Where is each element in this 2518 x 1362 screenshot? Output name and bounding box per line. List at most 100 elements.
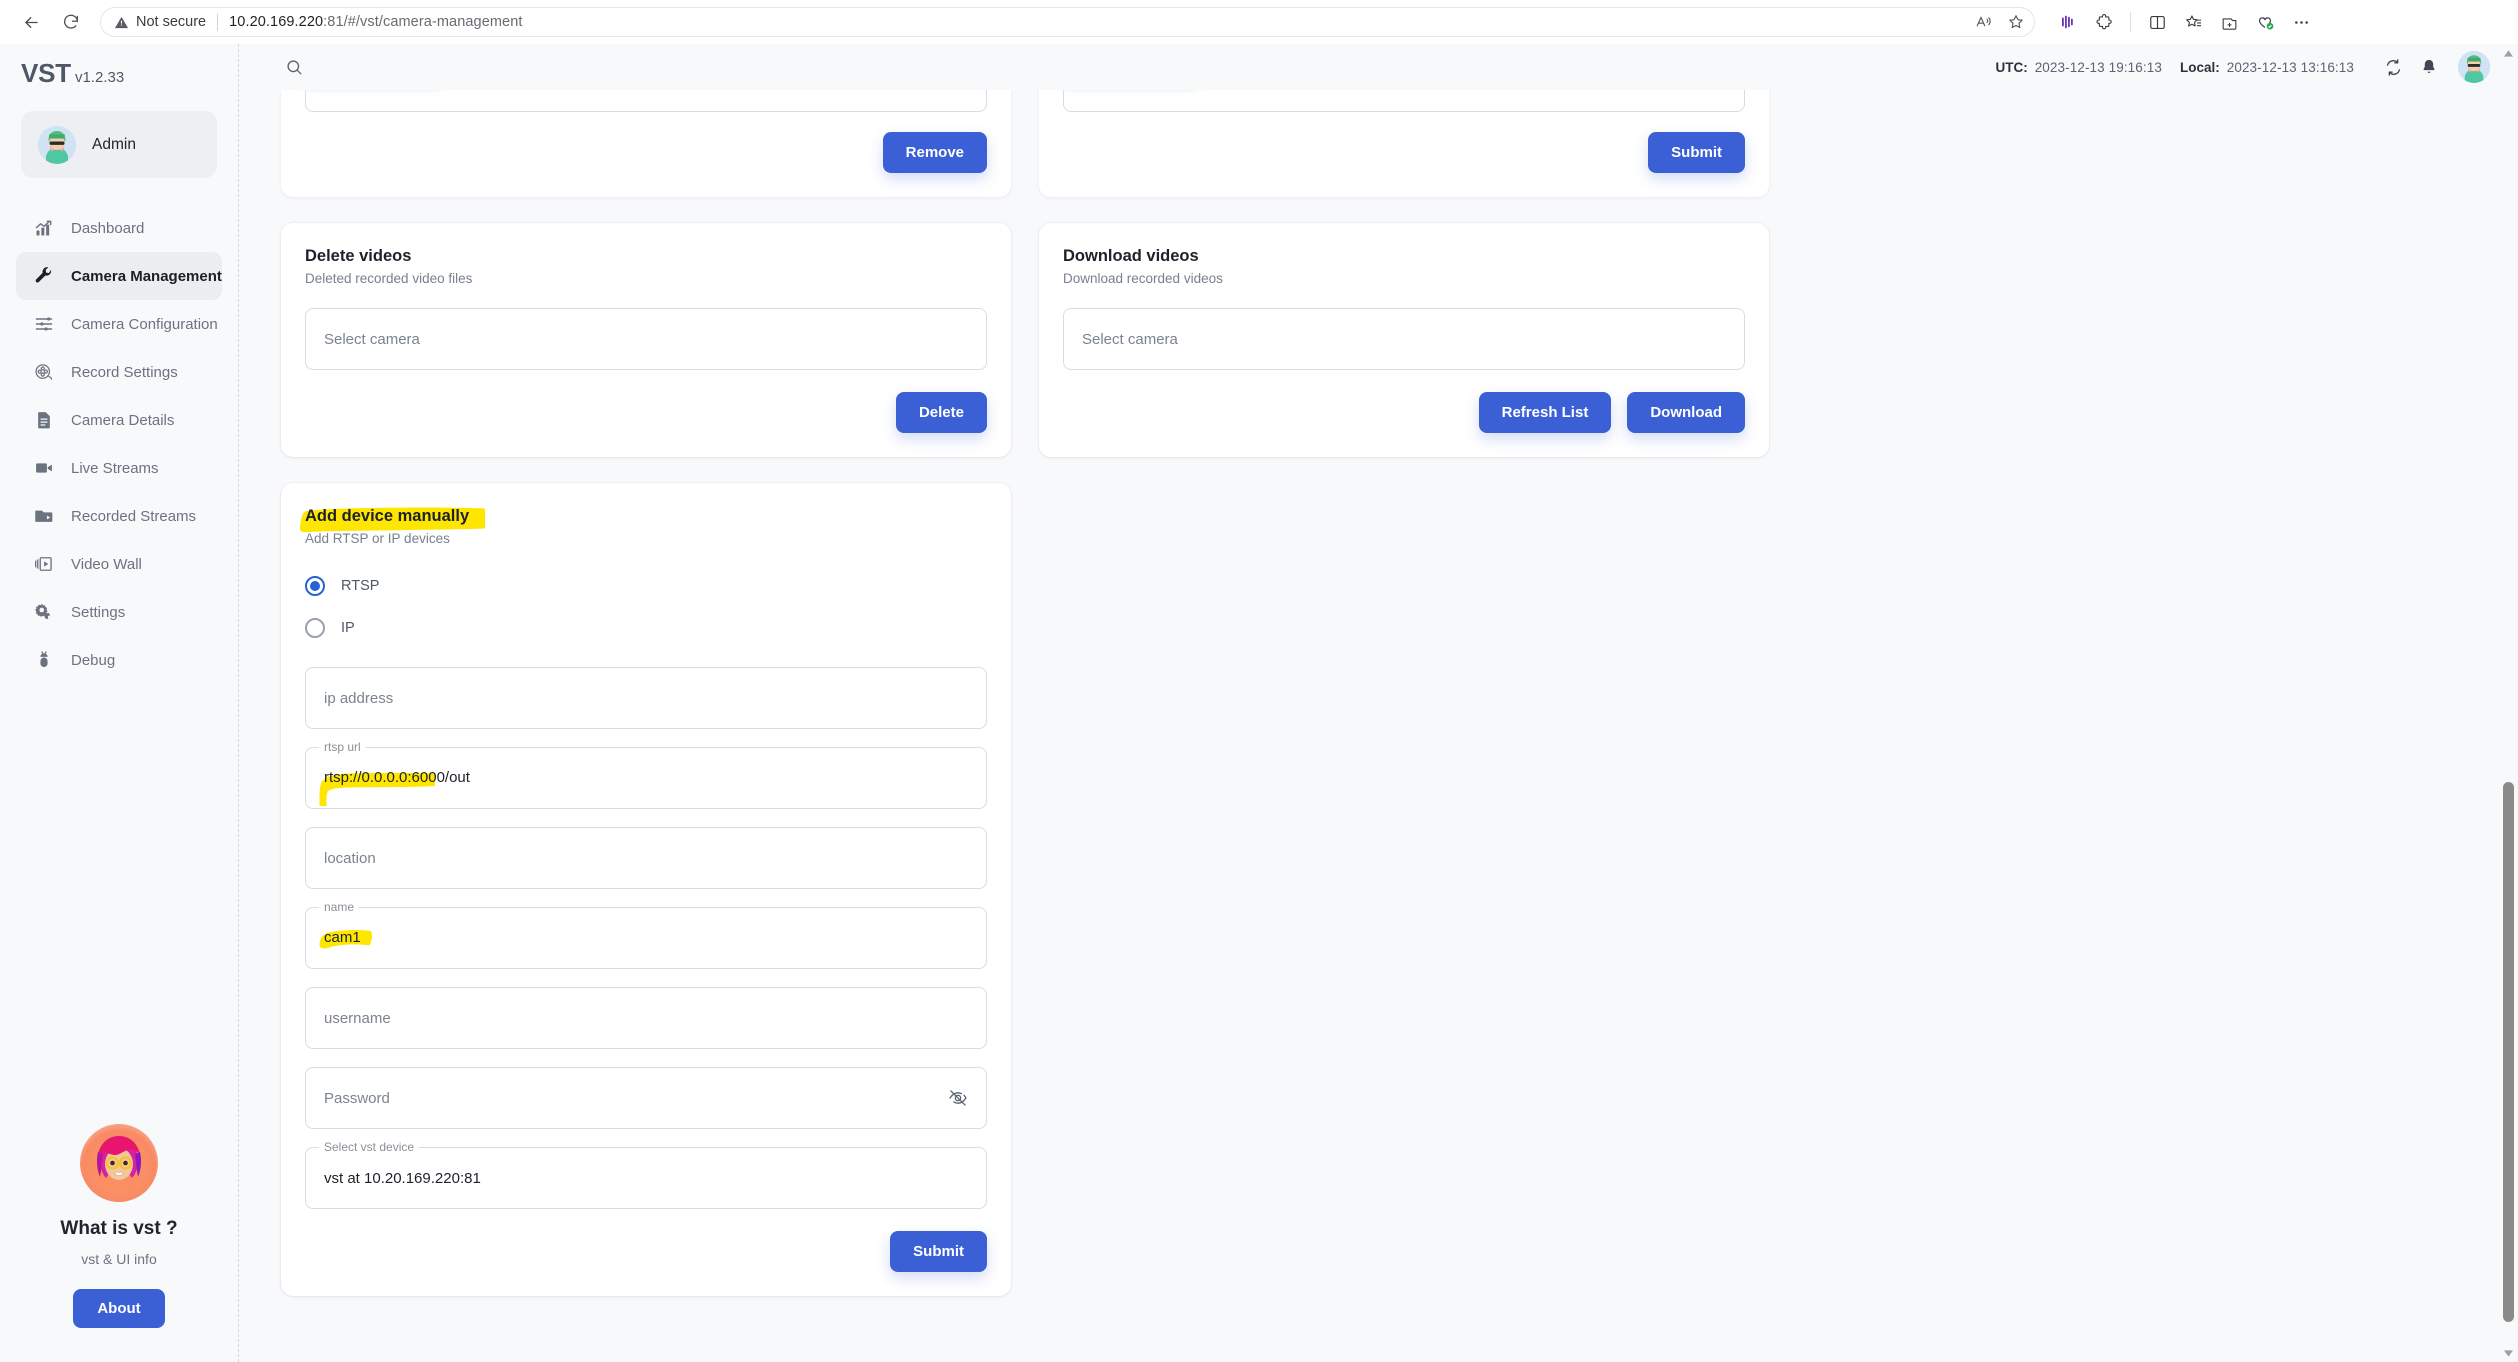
favorite-star-icon[interactable] [2001, 7, 2031, 37]
card-title: Delete videos [305, 247, 412, 265]
submit-button[interactable]: Submit [1648, 132, 1745, 173]
video-camera-icon [33, 458, 54, 479]
back-arrow-icon[interactable] [14, 5, 48, 39]
url-host: 10.20.169.220 [229, 14, 324, 30]
vst-application: VST v1.2.33 Admin Dashboard Camera Manag… [0, 44, 2518, 1362]
bug-icon [33, 650, 54, 671]
sidebar-item-camera-details[interactable]: Camera Details [16, 396, 222, 444]
search-icon[interactable] [281, 54, 307, 80]
vst-mascot-avatar [80, 1124, 158, 1202]
submit-device-button[interactable]: Submit [890, 1231, 987, 1272]
sidebar-item-record-settings[interactable]: Record Settings [16, 348, 222, 396]
ghost-card-title [303, 90, 443, 91]
scroll-viewport[interactable]: Remove Submit Delete videos Deleted reco… [239, 90, 2518, 1362]
empty-column [1039, 483, 1769, 1296]
placeholder-text: username [324, 1009, 391, 1027]
sidebar-item-recorded-streams[interactable]: Recorded Streams [16, 492, 222, 540]
rtsp-url-input[interactable]: rtsp url rtsp://0.0.0.0:6000/out [305, 740, 987, 809]
placeholder-text: Password [324, 1089, 390, 1107]
radio-label: IP [341, 620, 355, 636]
ip-address-input[interactable]: ip address [305, 667, 987, 729]
camera-name-input[interactable]: name cam1 [305, 900, 987, 969]
placeholder-text: Select camera [1082, 330, 1178, 348]
delete-videos-card: Delete videos Deleted recorded video fil… [281, 223, 1011, 457]
radio-option-ip[interactable]: IP [305, 611, 987, 645]
card-title-highlight-wrap: Add device manually [300, 507, 485, 533]
sidebar-item-settings[interactable]: Settings [16, 588, 222, 636]
about-button[interactable]: About [73, 1289, 165, 1328]
sidebar-item-camera-management[interactable]: Camera Management [16, 252, 222, 300]
delete-select-camera-input[interactable]: Select camera [305, 308, 987, 370]
scroll-down-arrow-icon[interactable] [2499, 1344, 2518, 1362]
header-status: UTC: 2023-12-13 19:16:13 Local: 2023-12-… [1995, 51, 2518, 83]
local-value: 2023-12-13 13:16:13 [2226, 59, 2354, 75]
browser-toolbar: Not secure 10.20.169.220:81/#/vst/camera… [0, 0, 2518, 44]
gears-icon [33, 602, 54, 623]
name-value-highlight-wrap: cam1 [319, 929, 373, 949]
notification-bell-icon[interactable] [2414, 52, 2444, 82]
promo-title: What is vst ? [60, 1218, 178, 1239]
sidebar-nav: Dashboard Camera Management Camera Confi… [0, 204, 238, 684]
card-subtitle: Deleted recorded video files [305, 271, 473, 286]
split-screen-icon[interactable] [2140, 5, 2174, 39]
main-content: UTC: 2023-12-13 19:16:13 Local: 2023-12-… [239, 44, 2518, 1362]
avatar [38, 125, 76, 164]
browser-essentials-icon[interactable] [2248, 5, 2282, 39]
collections-icon[interactable] [2212, 5, 2246, 39]
url-text: 10.20.169.220:81/#/vst/camera-management [229, 14, 522, 30]
page-scrollbar[interactable] [2499, 44, 2518, 1362]
sidebar-item-live-streams[interactable]: Live Streams [16, 444, 222, 492]
delete-button[interactable]: Delete [895, 392, 987, 433]
sidebar-user-chip[interactable]: Admin [21, 111, 217, 178]
partial-cards-row: Remove Submit [239, 90, 2518, 197]
sidebar-item-dashboard[interactable]: Dashboard [16, 204, 222, 252]
sliders-icon [33, 314, 54, 335]
sidebar-item-camera-configuration[interactable]: Camera Configuration [16, 300, 222, 348]
reload-icon[interactable] [54, 5, 88, 39]
copilot-icon[interactable] [2051, 5, 2085, 39]
refresh-list-button[interactable]: Refresh List [1478, 392, 1612, 433]
placeholder-text: Select camera [324, 330, 420, 348]
not-secure-label: Not secure [136, 14, 207, 30]
field-label: Select vst device [319, 1140, 420, 1154]
scroll-up-arrow-icon[interactable] [2499, 44, 2518, 62]
remove-button[interactable]: Remove [882, 132, 987, 173]
brand-name: VST [21, 58, 71, 88]
brand-logo: VST v1.2.33 [0, 58, 238, 89]
partial-select-field[interactable] [305, 90, 987, 112]
radio-ip-icon[interactable] [305, 618, 325, 638]
download-select-camera-input[interactable]: Select camera [1063, 308, 1745, 370]
scrollbar-thumb[interactable] [2503, 782, 2514, 1322]
placeholder-text: ip address [324, 689, 394, 707]
user-avatar[interactable] [2458, 51, 2490, 83]
sidebar: VST v1.2.33 Admin Dashboard Camera Manag… [0, 44, 239, 1362]
radio-option-rtsp[interactable]: RTSP [305, 569, 987, 603]
scrollbar-track[interactable] [2499, 62, 2518, 1344]
favorites-list-icon[interactable] [2176, 5, 2210, 39]
sidebar-item-debug[interactable]: Debug [16, 636, 222, 684]
document-icon [33, 410, 54, 431]
extensions-puzzle-icon[interactable] [2087, 5, 2121, 39]
read-aloud-icon[interactable] [1969, 7, 1999, 37]
brand-version: v1.2.33 [74, 69, 125, 86]
password-input[interactable]: Password [305, 1067, 987, 1129]
card-title: Add device manually [305, 507, 470, 525]
partial-select-field[interactable] [1063, 90, 1745, 112]
card-subtitle: Add RTSP or IP devices [305, 531, 450, 546]
radio-rtsp-icon[interactable] [305, 576, 325, 596]
add-device-manually-card: Add device manually Add RTSP or IP devic… [281, 483, 1011, 1296]
toolbar-divider [2130, 12, 2131, 32]
select-vst-device-input[interactable]: Select vst device vst at 10.20.169.220:8… [305, 1140, 987, 1209]
location-input[interactable]: location [305, 827, 987, 889]
sidebar-item-video-wall[interactable]: Video Wall [16, 540, 222, 588]
settings-more-icon[interactable] [2284, 5, 2318, 39]
refresh-sync-icon[interactable] [2378, 52, 2408, 82]
sidebar-item-label: Settings [71, 603, 126, 621]
address-bar[interactable]: Not secure 10.20.169.220:81/#/vst/camera… [100, 7, 2035, 37]
eye-off-icon[interactable] [948, 1088, 968, 1108]
sidebar-item-label: Recorded Streams [71, 507, 197, 525]
film-reel-icon [33, 362, 54, 383]
download-button[interactable]: Download [1627, 392, 1745, 433]
username-input[interactable]: username [305, 987, 987, 1049]
field-label: name [319, 900, 360, 914]
